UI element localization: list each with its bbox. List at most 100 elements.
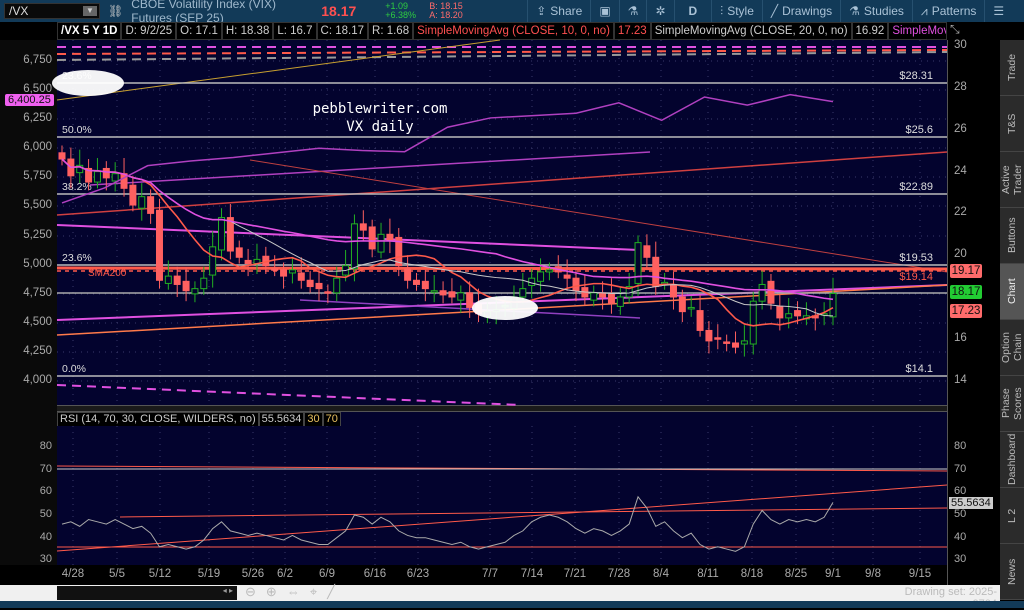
- candle: [218, 208, 226, 261]
- sma200-label: SMA200: [88, 268, 127, 279]
- fib-price-label: $22.89: [899, 181, 933, 193]
- candle-body: [244, 259, 252, 265]
- candle-body: [404, 268, 412, 281]
- candle-body: [288, 269, 296, 274]
- candle-body: [714, 337, 722, 340]
- candle: [421, 269, 429, 302]
- fib-pct-label: 38.2%: [62, 181, 92, 193]
- candle-body: [58, 152, 66, 160]
- candle-body: [545, 269, 553, 273]
- candle: [705, 321, 713, 354]
- candle: [661, 272, 669, 290]
- candle: [386, 218, 394, 254]
- candle-body: [705, 329, 713, 342]
- sma200-price-badge: 19.17: [950, 264, 982, 278]
- fib-pct-label: 23.6%: [62, 252, 92, 264]
- candle: [412, 272, 420, 291]
- candle-body: [280, 269, 288, 277]
- candle-body: [652, 256, 660, 288]
- candle: [191, 281, 199, 303]
- candle: [280, 262, 288, 289]
- fib-pct-label: 0.0%: [62, 363, 86, 375]
- side-tab-l-2[interactable]: L 2: [1000, 488, 1024, 544]
- fib-price-label: $28.31: [899, 70, 933, 82]
- candle-body: [155, 209, 163, 281]
- candle-body: [306, 279, 314, 288]
- side-tab-dashboard[interactable]: Dashboard: [1000, 432, 1024, 488]
- candle: [138, 183, 146, 221]
- side-tab-news[interactable]: News: [1000, 544, 1024, 600]
- candle: [581, 274, 589, 306]
- side-tab-t-s[interactable]: T&S: [1000, 96, 1024, 152]
- candle: [129, 175, 137, 212]
- fib-price-label: $19.53: [899, 252, 933, 264]
- candle: [439, 281, 447, 304]
- candle-body: [669, 285, 677, 298]
- candle-body: [147, 196, 155, 214]
- rsi-line: [61, 495, 834, 552]
- highlight-ellipse: [472, 296, 538, 320]
- candle-body: [643, 245, 651, 258]
- highlight-ellipse: [52, 70, 124, 96]
- candle-body: [129, 184, 137, 206]
- candle: [226, 203, 234, 260]
- candle-body: [368, 226, 376, 250]
- trend-line: [89, 151, 651, 186]
- candle: [235, 240, 243, 264]
- candle: [155, 198, 163, 289]
- candle-body: [740, 340, 748, 345]
- candle: [590, 285, 598, 307]
- candle: [448, 278, 456, 304]
- candle: [802, 302, 810, 326]
- candle: [696, 294, 704, 337]
- candle-body: [200, 277, 208, 290]
- candle-body: [758, 283, 766, 302]
- candle: [749, 291, 757, 355]
- candle-body: [359, 223, 367, 231]
- candle-body: [794, 310, 802, 317]
- candle-body: [616, 296, 624, 307]
- dashed-line: [56, 51, 948, 61]
- candle: [554, 255, 562, 279]
- candle-body: [271, 268, 279, 271]
- last-price-badge: 18.17: [950, 285, 982, 299]
- candle-body: [732, 342, 740, 348]
- side-tab-active-trader[interactable]: Active Trader: [1000, 152, 1024, 208]
- candle: [616, 287, 624, 315]
- fib-price-label: $25.6: [905, 124, 933, 136]
- side-tab-chart[interactable]: Chart: [1000, 264, 1024, 320]
- side-tab-buttons[interactable]: Buttons: [1000, 208, 1024, 264]
- side-tab-trade[interactable]: Trade: [1000, 40, 1024, 96]
- side-tab-phase-scores[interactable]: Phase Scores: [1000, 376, 1024, 432]
- candle-body: [315, 282, 323, 290]
- candle: [732, 331, 740, 354]
- fib-extra-label: $19.14: [899, 271, 933, 283]
- candle-body: [519, 288, 527, 298]
- candle: [288, 258, 296, 284]
- candle-body: [687, 306, 695, 310]
- candle-body: [537, 271, 545, 282]
- candle: [244, 248, 252, 277]
- candle: [306, 270, 314, 293]
- side-tabs: Trade T&S Active Trader Buttons Chart Option …: [1000, 40, 1024, 600]
- candle-body: [182, 280, 190, 292]
- candle-body: [563, 274, 571, 279]
- fib-price-label: $14.1: [905, 363, 933, 375]
- candle-body: [111, 173, 119, 182]
- candle: [829, 277, 837, 326]
- candle-body: [297, 272, 305, 281]
- candle-body: [164, 275, 172, 284]
- candle-body: [776, 305, 784, 319]
- candle: [563, 259, 571, 291]
- candle-body: [439, 290, 447, 296]
- candle-body: [324, 291, 332, 294]
- side-tab-option-chain[interactable]: Option Chain: [1000, 320, 1024, 376]
- trend-line: [56, 224, 641, 251]
- candle: [643, 234, 651, 268]
- watermark-site: pebblewriter.com: [313, 101, 448, 117]
- candle-body: [457, 292, 465, 301]
- candle-body: [590, 292, 598, 301]
- candle: [333, 266, 341, 302]
- candle-body: [235, 247, 243, 258]
- candle-body: [209, 246, 217, 276]
